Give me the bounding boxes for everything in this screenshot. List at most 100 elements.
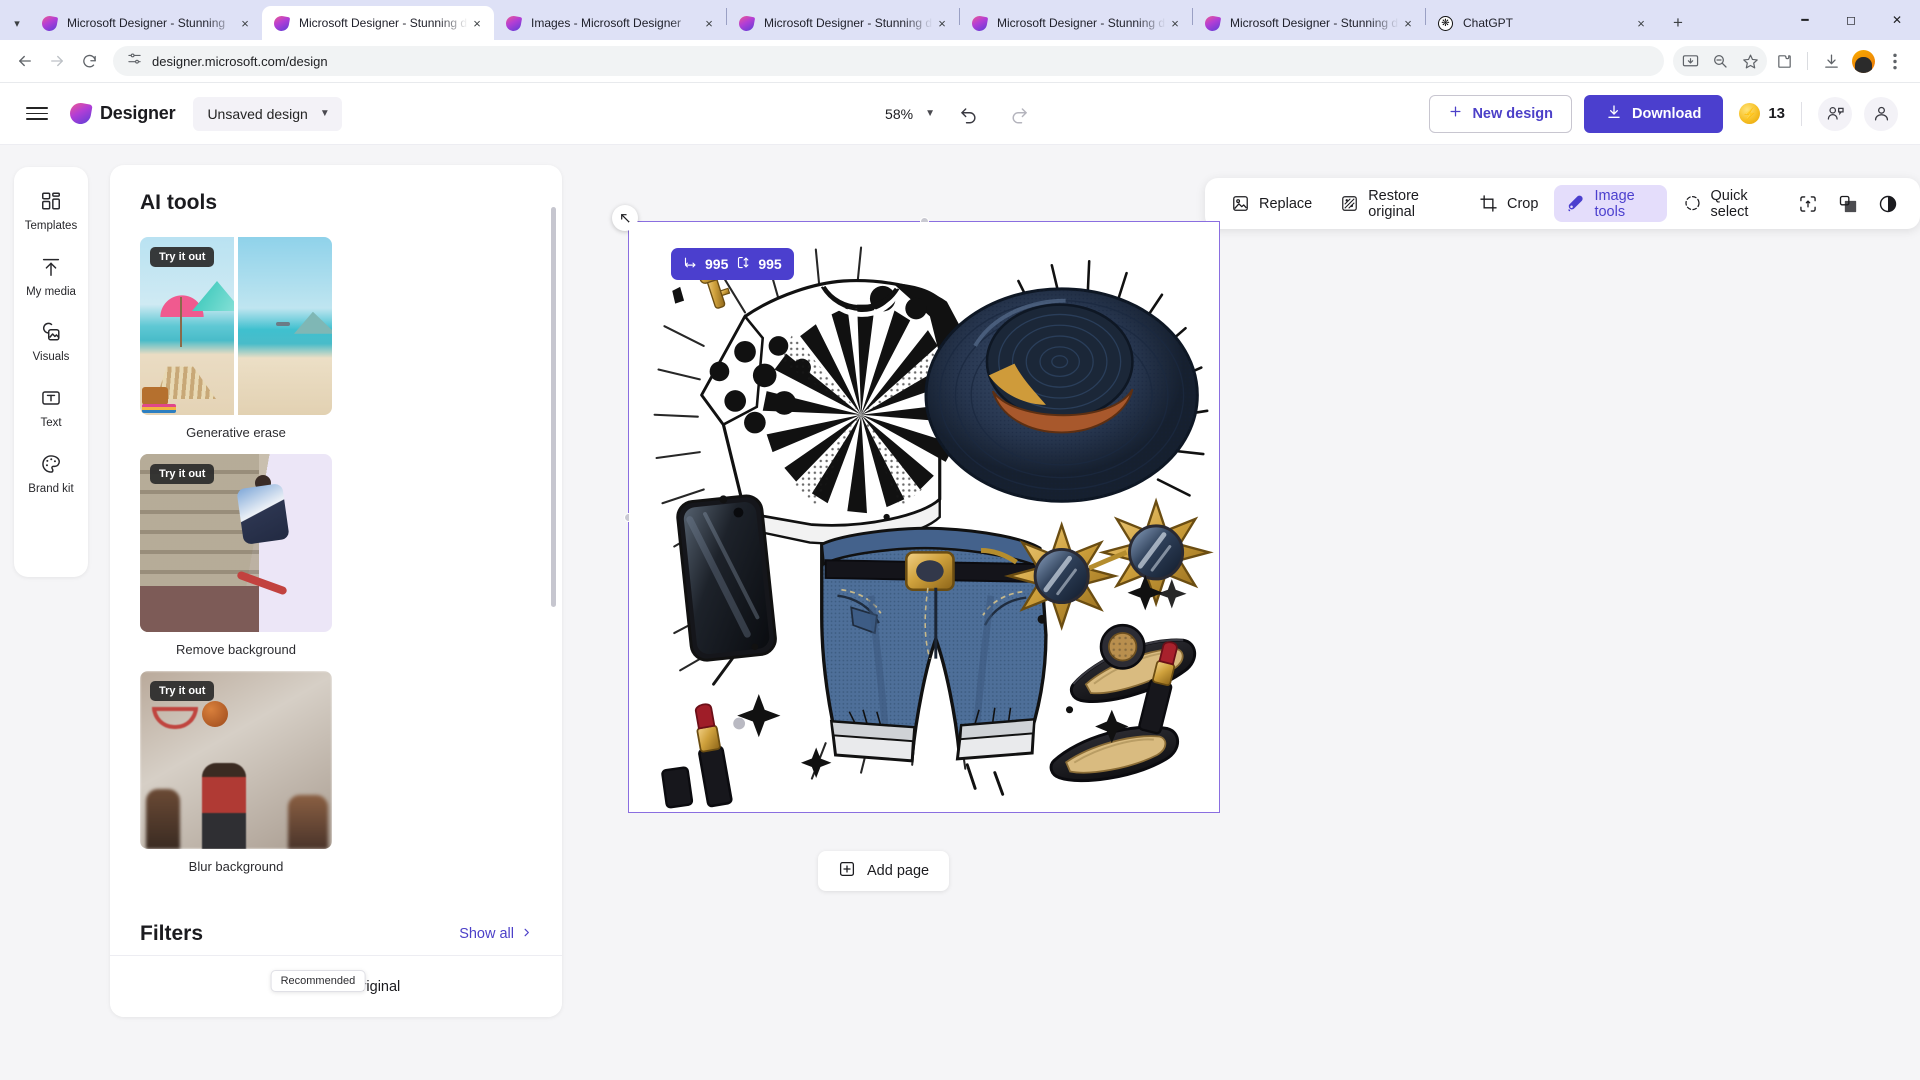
- new-design-button[interactable]: New design: [1429, 94, 1573, 133]
- image-width: 995: [705, 256, 729, 272]
- account-avatar[interactable]: [1864, 96, 1898, 131]
- browser-tab[interactable]: Microsoft Designer - Stunning ×: [30, 6, 262, 40]
- ai-tool-label: Blur background: [188, 859, 284, 874]
- browser-tab-active[interactable]: Microsoft Designer - Stunning d ×: [262, 6, 494, 40]
- sidebar-item-label: Visuals: [32, 351, 70, 364]
- close-window-button[interactable]: ✕: [1874, 0, 1920, 40]
- tool-crop[interactable]: Crop: [1467, 185, 1550, 222]
- browser-tab[interactable]: Microsoft Designer - Stunning d ×: [960, 6, 1192, 40]
- header-right-controls: New design Download ⚡ 13: [1429, 94, 1898, 133]
- image-height: 995: [758, 256, 782, 272]
- close-icon[interactable]: ×: [1632, 14, 1650, 32]
- downloads-icon[interactable]: [1816, 46, 1846, 76]
- add-page-button[interactable]: Add page: [818, 851, 950, 891]
- tab-search-icon[interactable]: ▾: [4, 8, 30, 38]
- recommended-badge: Recommended: [270, 970, 366, 992]
- designer-favicon: [40, 14, 59, 32]
- new-tab-button[interactable]: +: [1664, 9, 1692, 37]
- url-text: designer.microsoft.com/design: [152, 53, 328, 69]
- tool-image-tools[interactable]: Image tools: [1554, 185, 1667, 222]
- close-icon[interactable]: ×: [468, 14, 486, 32]
- designer-favicon: [504, 14, 523, 32]
- sidebar-item-brand-kit[interactable]: Brand kit: [19, 452, 83, 496]
- zoom-icon[interactable]: [1705, 46, 1735, 76]
- redo-button[interactable]: [1003, 98, 1035, 130]
- ai-tool-card[interactable]: Try it out Generative erase: [140, 237, 332, 440]
- quick-select-icon: [1683, 194, 1702, 213]
- filters-header: Filters Show all: [140, 922, 532, 946]
- document-name-button[interactable]: Unsaved design ▼: [193, 96, 342, 131]
- app-header: Designer Unsaved design ▼ 58% ▼ New desi…: [0, 83, 1920, 145]
- canvas-area: Replace Restore original Crop Image tool…: [562, 145, 1920, 1080]
- palette-icon: [40, 452, 62, 476]
- ai-tool-card[interactable]: Try it out Remove background: [140, 454, 332, 657]
- browser-tab[interactable]: ❋ ChatGPT ×: [1426, 6, 1658, 40]
- address-bar[interactable]: designer.microsoft.com/design: [113, 46, 1664, 76]
- site-settings-icon[interactable]: [127, 51, 142, 71]
- sidebar-item-label: My media: [26, 285, 76, 298]
- close-icon[interactable]: ×: [1399, 14, 1417, 32]
- try-it-badge: Try it out: [150, 681, 215, 701]
- tool-replace[interactable]: Replace: [1219, 185, 1324, 222]
- sidebar-item-visuals[interactable]: Visuals: [19, 320, 83, 364]
- ai-tool-thumbnail: Try it out: [140, 237, 332, 415]
- close-icon[interactable]: ×: [236, 14, 254, 32]
- bookmark-star-icon[interactable]: [1735, 46, 1765, 76]
- close-icon[interactable]: ×: [700, 14, 718, 32]
- ai-tool-thumbnail: Try it out: [140, 454, 332, 632]
- designer-mark-icon: [68, 101, 93, 126]
- extensions-icon[interactable]: [1769, 46, 1799, 76]
- tool-fit-to-frame[interactable]: [1790, 185, 1826, 222]
- sidebar-item-templates[interactable]: Templates: [19, 189, 83, 233]
- download-button[interactable]: Download: [1584, 94, 1724, 133]
- zoom-control[interactable]: 58% ▼: [885, 106, 935, 122]
- tool-restore-original[interactable]: Restore original: [1328, 185, 1463, 222]
- tool-label: Crop: [1507, 195, 1539, 212]
- filters-title: Filters: [140, 922, 204, 945]
- credits-indicator[interactable]: ⚡ 13: [1739, 103, 1785, 124]
- tool-layers[interactable]: [1830, 185, 1866, 222]
- ai-tool-label: Generative erase: [186, 425, 286, 440]
- sidebar-rail: Templates My media Visuals Text Brand ki…: [14, 167, 88, 577]
- maximize-button[interactable]: ◻: [1828, 0, 1874, 40]
- browser-toolbar: designer.microsoft.com/design: [0, 40, 1920, 83]
- add-page-label: Add page: [867, 863, 930, 879]
- profile-avatar[interactable]: [1848, 46, 1878, 76]
- share-icon[interactable]: [1818, 96, 1852, 131]
- browser-tab-strip: ▾ Microsoft Designer - Stunning × Micros…: [0, 0, 1920, 40]
- canvas-selected-image[interactable]: 995 995: [612, 205, 1220, 813]
- browser-tab[interactable]: Microsoft Designer - Stunning d ×: [727, 6, 959, 40]
- new-design-label: New design: [1472, 105, 1554, 122]
- tool-label: Image tools: [1594, 187, 1635, 220]
- height-group: 995: [736, 255, 782, 273]
- back-icon[interactable]: [10, 46, 40, 76]
- width-icon: [683, 255, 698, 273]
- tool-quick-select[interactable]: Quick select: [1671, 185, 1787, 222]
- designer-favicon: [1203, 14, 1222, 32]
- ai-tools-grid: Try it out Generative erase Try it out R…: [140, 237, 532, 874]
- ai-tool-thumbnail: Try it out: [140, 671, 332, 849]
- browser-tab[interactable]: Microsoft Designer - Stunning d ×: [1193, 6, 1425, 40]
- browser-menu-icon[interactable]: [1880, 46, 1910, 76]
- designer-logo[interactable]: Designer: [68, 101, 176, 126]
- tool-contrast[interactable]: [1870, 185, 1906, 222]
- install-app-icon[interactable]: [1675, 46, 1705, 76]
- menu-icon[interactable]: [26, 107, 48, 120]
- sidebar-item-my-media[interactable]: My media: [19, 255, 83, 299]
- close-icon[interactable]: ×: [1166, 14, 1184, 32]
- minimize-button[interactable]: ━: [1782, 0, 1828, 40]
- ai-tool-card[interactable]: Try it out Blur background: [140, 671, 332, 874]
- reload-icon[interactable]: [74, 46, 104, 76]
- sidebar-item-text[interactable]: Text: [19, 386, 83, 430]
- browser-tab[interactable]: Images - Microsoft Designer ×: [494, 6, 726, 40]
- forward-icon[interactable]: [42, 46, 72, 76]
- close-icon[interactable]: ×: [933, 14, 951, 32]
- undo-button[interactable]: [953, 98, 985, 130]
- try-it-badge: Try it out: [150, 464, 215, 484]
- show-all-filters-button[interactable]: Show all: [459, 926, 532, 942]
- upload-icon: [40, 255, 62, 279]
- tool-label: Quick select: [1710, 187, 1749, 220]
- panel-scrollbar[interactable]: [551, 207, 556, 607]
- document-name: Unsaved design: [207, 105, 308, 122]
- width-group: 995: [683, 255, 728, 273]
